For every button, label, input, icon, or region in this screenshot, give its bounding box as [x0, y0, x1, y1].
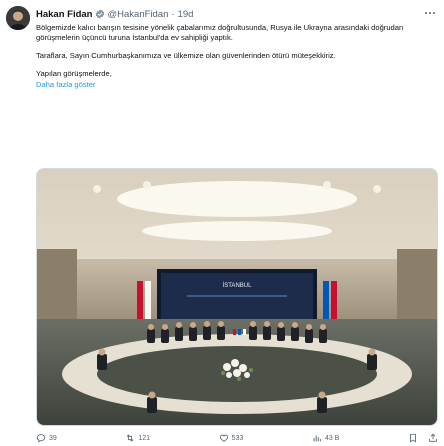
tweet-content: Hakan Fidan @HakanFidan · 19d Bölgemizde… [36, 6, 438, 90]
bookmark-icon [410, 433, 416, 443]
more-icon[interactable] [424, 7, 438, 19]
show-more-link[interactable]: Daha fazla göster [36, 80, 438, 90]
reply-icon [36, 434, 46, 443]
tweet-timestamp[interactable]: 19d [178, 9, 194, 20]
separator-dot: · [171, 8, 175, 20]
user-handle[interactable]: @HakanFidan [108, 9, 169, 20]
tweet[interactable]: Hakan Fidan @HakanFidan · 19d Bölgemizde… [0, 0, 444, 446]
like-count: 533 [231, 434, 244, 442]
share-button[interactable] [428, 433, 438, 443]
tweet-actions: 39 121 533 43 B [36, 432, 438, 444]
heart-icon [219, 434, 228, 442]
views-icon [313, 435, 321, 442]
right-actions [408, 433, 438, 443]
tweet-photo[interactable]: İSTANBUL [36, 168, 438, 426]
tweet-paragraph: Bölgemizde kalıcı barışın tesisine yönel… [36, 23, 406, 42]
share-icon [429, 433, 437, 442]
views-button[interactable]: 43 B [312, 433, 339, 443]
tweet-paragraph: Yapılan görüşmelerde, [36, 69, 112, 78]
verified-badge-icon [95, 9, 104, 19]
tweet-paragraph: Taraflara, Sayın Cumhurbaşkanımıza ve ül… [36, 51, 336, 60]
retweet-icon [127, 434, 134, 442]
reply-count: 39 [49, 434, 57, 442]
screen-label: İSTANBUL [223, 282, 253, 289]
retweet-count: 121 [138, 434, 151, 442]
tweet-text: Bölgemizde kalıcı barışın tesisine yönel… [36, 23, 438, 90]
bookmark-button[interactable] [408, 433, 418, 443]
tweet-header: Hakan Fidan @HakanFidan · 19d [36, 6, 438, 22]
retweet-button[interactable]: 121 [125, 433, 150, 443]
like-button[interactable]: 533 [219, 433, 244, 443]
display-name[interactable]: Hakan Fidan [36, 9, 93, 20]
avatar[interactable] [6, 6, 30, 30]
views-count: 43 B [324, 434, 340, 442]
reply-button[interactable]: 39 [36, 433, 57, 443]
